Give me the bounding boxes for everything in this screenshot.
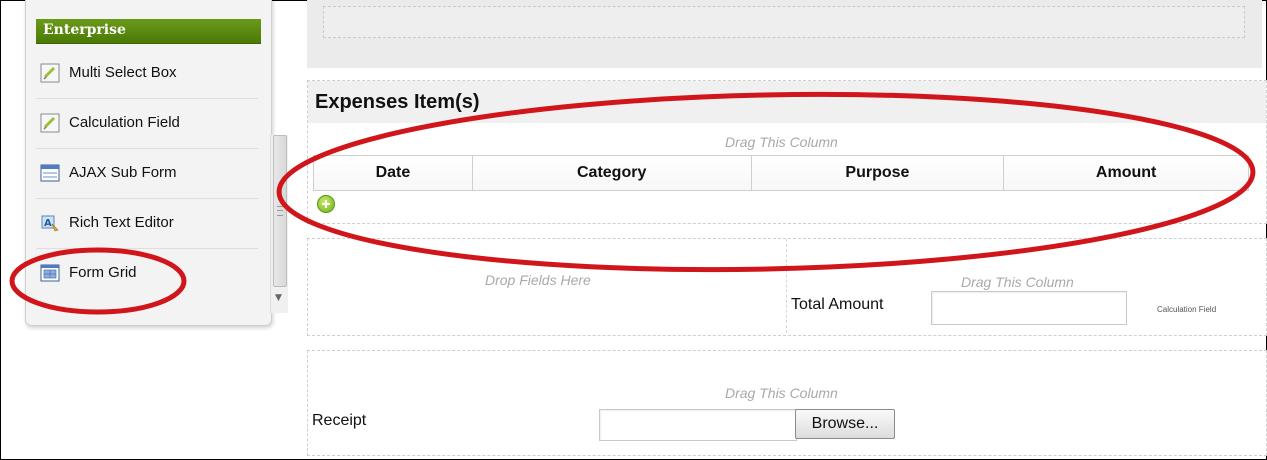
scrollbar-thumb[interactable] <box>273 135 287 287</box>
column-header-purpose[interactable]: Purpose <box>751 156 1005 190</box>
top-field-row <box>323 6 1245 38</box>
drop-fields-hint: Drop Fields Here <box>485 272 591 288</box>
palette-item-rich-text-editor[interactable]: A Rich Text Editor <box>36 199 258 249</box>
subform-window-icon <box>40 164 60 182</box>
scroll-down-arrow-icon[interactable]: ▼ <box>275 293 282 303</box>
palette-item-label: Multi Select Box <box>69 64 177 81</box>
palette-item-form-grid[interactable]: Form Grid <box>36 249 258 298</box>
enterprise-section-header[interactable]: Enterprise <box>36 19 261 44</box>
expenses-title-bar: Expenses Item(s) <box>308 81 1266 123</box>
browse-button[interactable]: Browse... <box>795 409 895 439</box>
palette-item-label: Calculation Field <box>69 114 180 131</box>
palette-item-calculation-field[interactable]: Calculation Field <box>36 99 258 149</box>
drag-column-hint[interactable]: Drag This Column <box>725 385 838 401</box>
scroll-grip-icon <box>277 206 283 216</box>
total-section: Drop Fields Here Drag This Column Total … <box>307 238 1267 336</box>
pencil-doc-icon <box>40 113 60 133</box>
drag-column-hint[interactable]: Drag This Column <box>961 274 1074 290</box>
palette-scrollbar[interactable]: ▼ <box>270 135 288 313</box>
field-palette-sidebar: Enterprise Multi Select Box Calculation … <box>25 0 288 326</box>
receipt-label: Receipt <box>312 412 367 429</box>
total-amount-column: Drag This Column Total Amount Calculatio… <box>786 239 1265 333</box>
palette-item-label: Form Grid <box>69 264 137 281</box>
svg-text:A: A <box>44 218 52 229</box>
receipt-section: Drag This Column Receipt Browse... <box>307 350 1267 456</box>
pencil-doc-icon <box>40 63 60 83</box>
drop-zone-left[interactable]: Drop Fields Here <box>308 239 786 333</box>
receipt-file-path-field[interactable] <box>599 409 797 441</box>
add-row-plus-icon[interactable] <box>317 195 335 213</box>
column-header-category[interactable]: Category <box>472 156 752 190</box>
palette-item-label: AJAX Sub Form <box>69 164 177 181</box>
expenses-form-grid: Date Category Purpose Amount <box>313 155 1249 191</box>
palette-item-label: Rich Text Editor <box>69 214 174 231</box>
column-header-date[interactable]: Date <box>314 156 473 190</box>
total-amount-label: Total Amount <box>791 296 884 313</box>
calculation-field-badge: Calculation Field <box>1157 305 1217 314</box>
expenses-title: Expenses Item(s) <box>315 91 480 113</box>
palette-item-ajax-sub-form[interactable]: AJAX Sub Form <box>36 149 258 199</box>
expenses-section: Expenses Item(s) Drag This Column Date C… <box>307 80 1267 224</box>
palette-item-multi-select-box[interactable]: Multi Select Box <box>36 49 258 99</box>
form-section-top <box>307 0 1262 68</box>
rich-text-icon: A <box>41 215 59 232</box>
enterprise-header-label: Enterprise <box>43 22 126 38</box>
column-header-amount[interactable]: Amount <box>1004 156 1248 190</box>
form-grid-icon <box>40 264 60 282</box>
drag-column-hint[interactable]: Drag This Column <box>725 134 838 150</box>
enterprise-field-list: Multi Select Box Calculation Field AJAX … <box>36 49 258 298</box>
total-amount-field[interactable] <box>931 291 1127 325</box>
